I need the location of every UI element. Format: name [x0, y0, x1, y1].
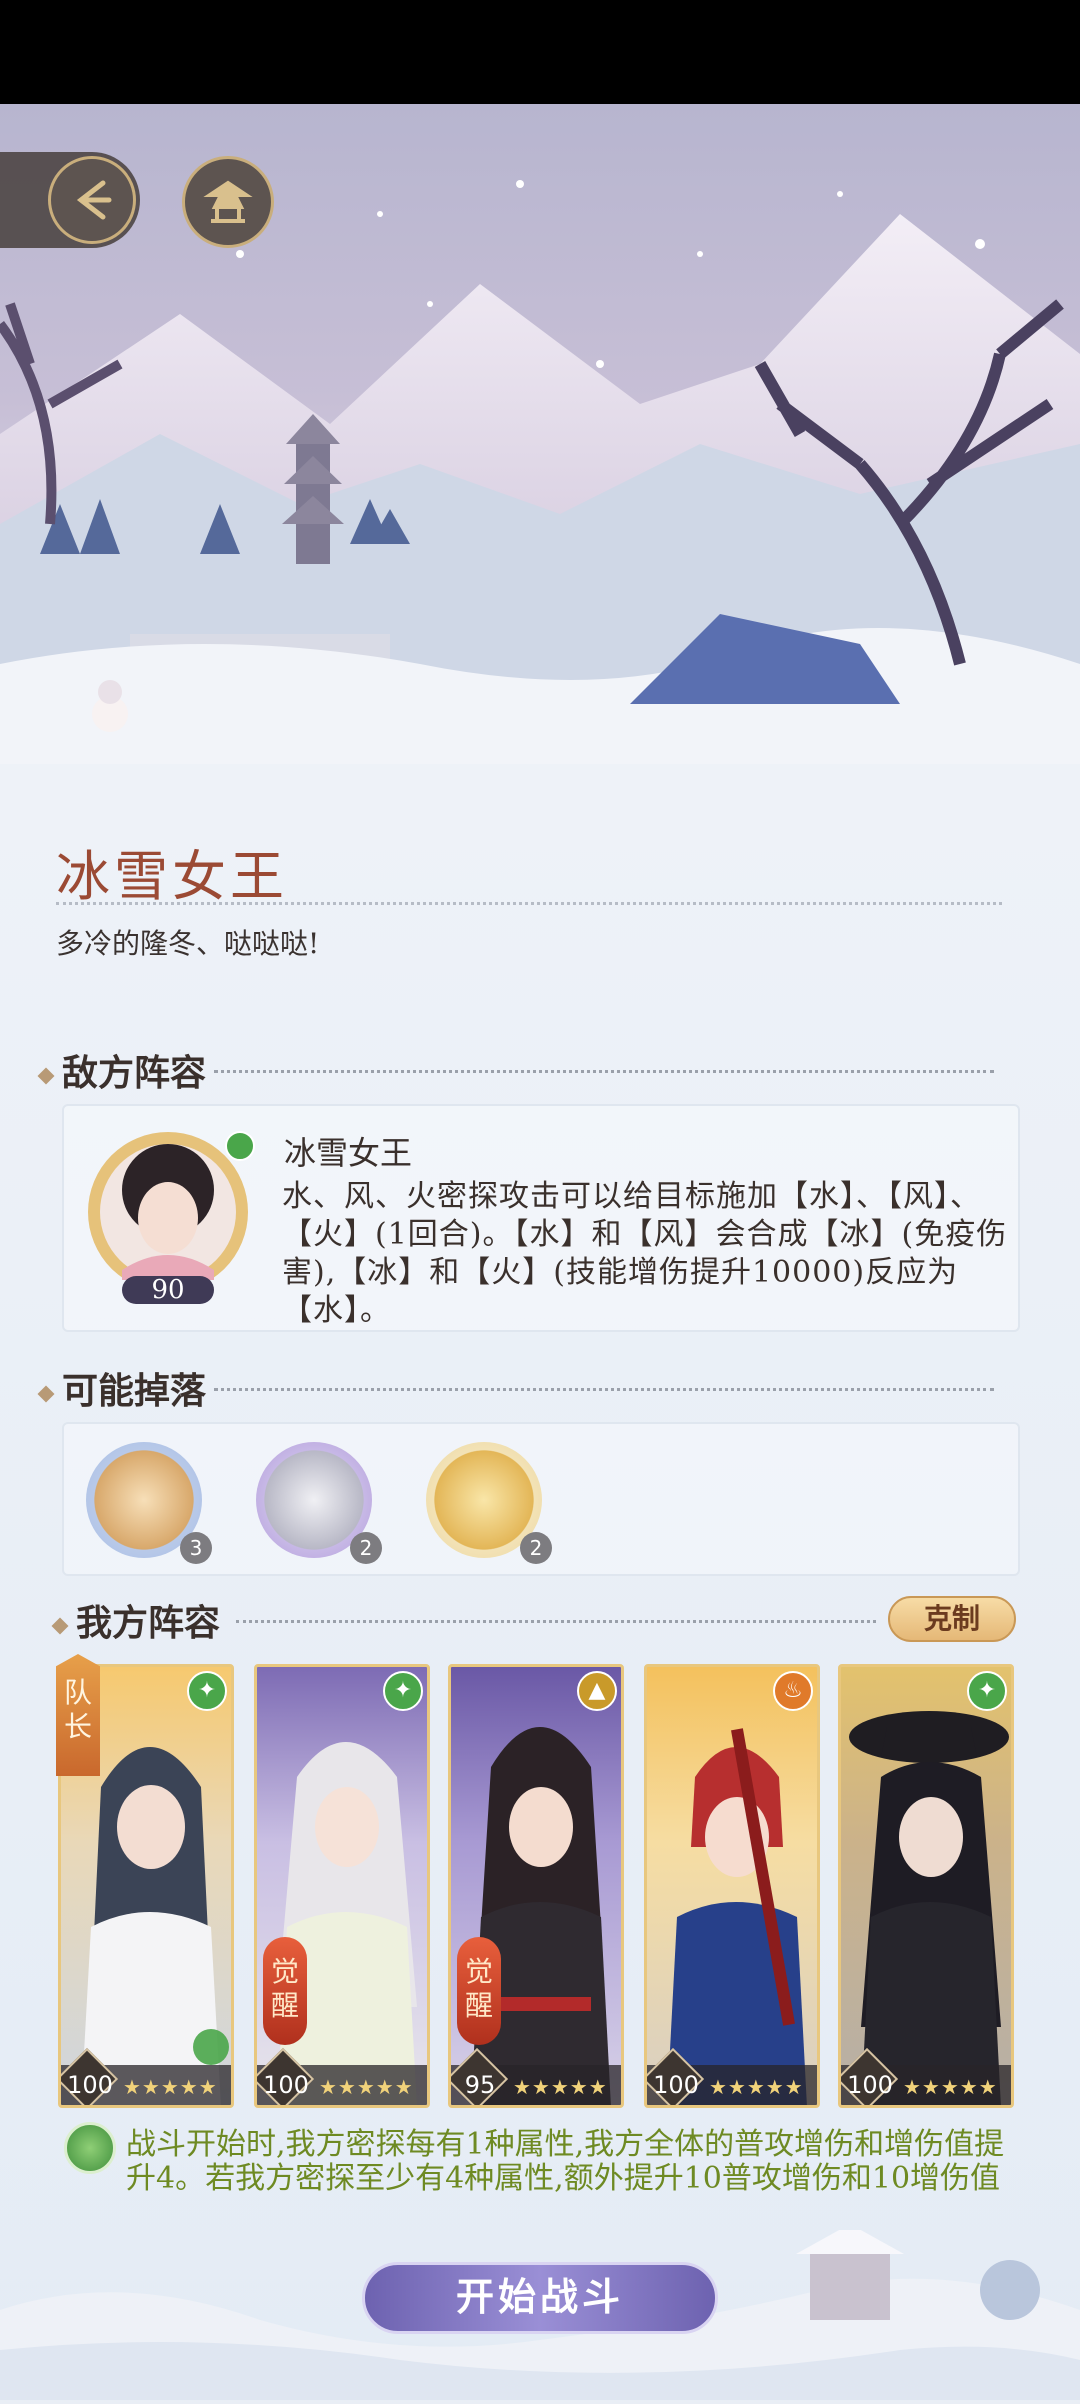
member-level: 100 [67, 2071, 113, 2099]
wind-attribute-icon: ✦ [187, 1671, 227, 1711]
stage-subtitle: 多冷的隆冬、哒哒哒! [56, 927, 320, 960]
divider [214, 1070, 994, 1073]
star-rating: ★★★★★ [709, 2075, 804, 2099]
item-count: 2 [520, 1532, 552, 1564]
star-rating: ★★★★★ [319, 2075, 414, 2099]
awaken-badge: 觉醒 [457, 1937, 501, 2045]
fire-attribute-icon: ♨ [773, 1671, 813, 1711]
enemy-description: 水、风、火密探攻击可以给目标施加【水】、【风】、【火】(1回合)。【水】和【风】… [282, 1179, 1008, 1328]
enemy-level: 90 [151, 1275, 185, 1305]
team-member-card[interactable]: ♨ 100 ★★★★★ [644, 1664, 820, 2108]
bronze-chest-icon[interactable]: 3 [86, 1442, 212, 1564]
earth-attribute-icon: ▲ [577, 1671, 617, 1711]
back-button[interactable] [0, 152, 140, 248]
pavilion-icon[interactable] [182, 156, 274, 248]
back-arrow-icon [48, 156, 136, 244]
star-rating: ★★★★★ [903, 2075, 998, 2099]
wind-attribute-icon: ✦ [967, 1671, 1007, 1711]
enemy-name: 冰雪女王 [284, 1134, 413, 1172]
star-rating: ★★★★★ [123, 2075, 218, 2099]
awaken-badge: 觉醒 [263, 1937, 307, 2045]
team-member-card[interactable]: ✦ 觉醒 100 ★★★★★ [254, 1664, 430, 2108]
team-member-card[interactable]: ▲ 觉醒 95 ★★★★★ [448, 1664, 624, 2108]
start-battle-button[interactable]: 开始战斗 [362, 2262, 718, 2334]
enemy-section-heading: 敌方阵容 [37, 1044, 206, 1096]
captain-badge: 队长 [56, 1654, 100, 1776]
item-count: 3 [180, 1532, 212, 1564]
diamond-icon [37, 1385, 55, 1403]
divider [236, 1620, 876, 1623]
silver-chest-icon[interactable]: 2 [256, 1442, 382, 1564]
member-level: 95 [464, 2071, 496, 2099]
team-member-card[interactable]: ✦ 100 ★★★★★ [838, 1664, 1014, 2108]
diamond-icon [37, 1067, 55, 1085]
member-level: 100 [263, 2071, 309, 2099]
team-bonus-icon [64, 2122, 116, 2174]
team-section-heading: 我方阵容 [51, 1594, 220, 1646]
item-count: 2 [350, 1532, 382, 1564]
stage-title: 冰雪女王 [56, 845, 288, 908]
star-rating: ★★★★★ [513, 2075, 608, 2099]
member-level: 100 [653, 2071, 699, 2099]
diamond-icon [51, 1617, 69, 1635]
gold-chest-icon[interactable]: 2 [426, 1442, 552, 1564]
wind-attribute-icon: ✦ [383, 1671, 423, 1711]
drops-section-heading: 可能掉落 [37, 1362, 206, 1414]
stage-banner [0, 104, 1080, 764]
counter-button[interactable]: 克制 [888, 1596, 1016, 1642]
enemy-portrait[interactable]: 90 [82, 1120, 262, 1310]
member-level: 100 [847, 2071, 893, 2099]
divider [56, 902, 1002, 905]
status-bar [0, 0, 1080, 104]
team-bonus-text: 战斗开始时,我方密探每有1种属性,我方全体的普攻增伤和增伤值提升4。若我方密探至… [126, 2127, 1005, 2196]
divider [214, 1388, 994, 1391]
